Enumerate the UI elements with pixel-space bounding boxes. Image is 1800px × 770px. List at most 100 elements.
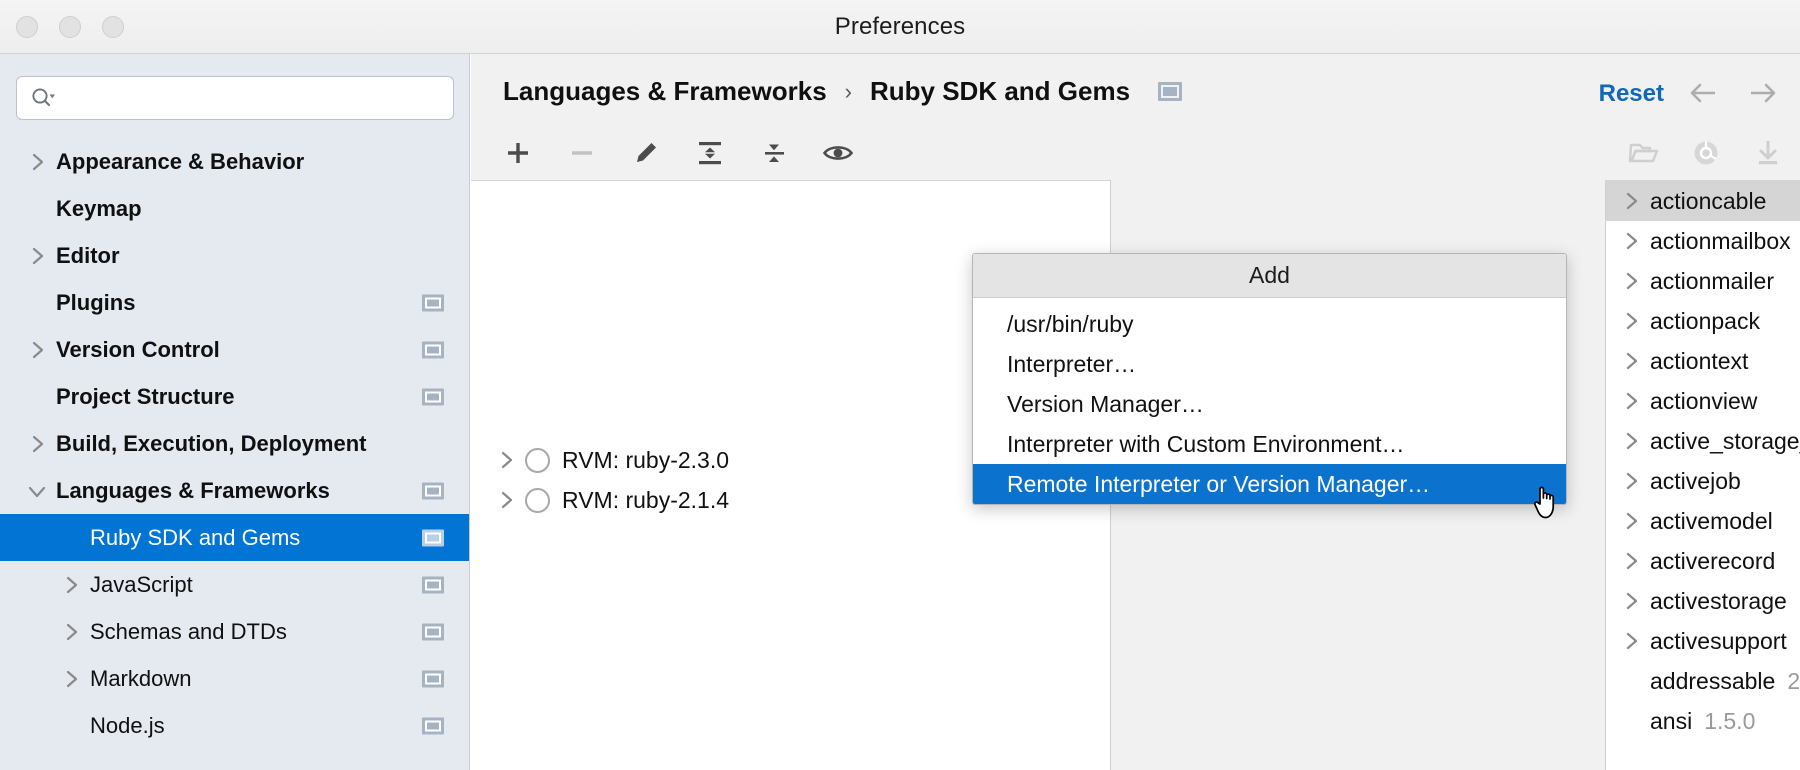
sidebar-item-label: Project Structure [56,383,235,409]
sidebar-item-languages-frameworks[interactable]: Languages & Frameworks [0,467,469,514]
chevron-right-icon[interactable] [26,245,48,267]
gem-list-item[interactable]: actionmailer [1606,261,1800,301]
sidebar-item-project-structure[interactable]: Project Structure [0,373,469,420]
sidebar-item-editor[interactable]: Editor [0,232,469,279]
chevron-right-icon[interactable] [1620,350,1642,372]
sidebar-item-label: Markdown [90,665,192,691]
gem-list-item[interactable]: activesupport [1606,621,1800,661]
gem-name: active_storage_validations [1650,427,1800,454]
window-title: Preferences [834,12,966,40]
project-settings-badge-icon [1158,82,1183,101]
sidebar-item-schemas-and-dtds[interactable]: Schemas and DTDs [0,608,469,655]
search-input[interactable] [61,87,431,109]
chevron-right-icon[interactable] [1620,230,1642,252]
gems-list[interactable]: actioncable actionmailbox actionmailer acti… [1605,180,1800,770]
zoom-button[interactable] [102,16,124,38]
chevron-right-icon[interactable] [495,449,517,471]
breadcrumb-item-parent[interactable]: Languages & Frameworks [503,76,827,107]
chevron-right-icon[interactable] [1620,590,1642,612]
folder-open-icon [1627,136,1661,170]
settings-content: Languages & Frameworks › Ruby SDK and Ge… [471,54,1800,770]
gem-list-item[interactable]: ansi 1.5.0 [1606,701,1800,741]
eye-icon[interactable] [821,136,855,170]
sidebar-item-plugins[interactable]: Plugins [0,279,469,326]
add-menu-title: Add [973,254,1566,298]
sidebar-item-label: Build, Execution, Deployment [56,430,367,456]
chevron-right-icon[interactable] [1620,190,1642,212]
sidebar-item-label: Keymap [56,195,142,221]
collapse-all-button[interactable] [757,136,791,170]
sidebar-item-label: Appearance & Behavior [56,148,305,174]
gem-name: actionview [1650,387,1758,414]
add-menu-item[interactable]: Interpreter… [973,344,1566,384]
remove-sdk-button [565,136,599,170]
gem-list-item[interactable]: actionview [1606,381,1800,421]
add-menu-item[interactable]: Remote Interpreter or Version Manager… [973,464,1566,504]
project-settings-badge-icon [422,529,444,546]
gem-name: actionmailer [1650,267,1774,294]
add-menu-item[interactable]: Version Manager… [973,384,1566,424]
chevron-right-icon[interactable] [1620,430,1642,452]
gem-list-item[interactable]: addressable 2.7.0 [1606,661,1800,701]
arrow-right-icon[interactable] [1748,80,1778,106]
chevron-right-icon[interactable] [26,433,48,455]
gem-list-item[interactable]: activestorage [1606,581,1800,621]
chevron-right-icon[interactable] [1620,510,1642,532]
gem-name: activestorage [1650,587,1787,614]
project-settings-badge-icon [422,294,444,311]
gem-list-item[interactable]: activejob [1606,461,1800,501]
sidebar-item-version-control[interactable]: Version Control [0,326,469,373]
gem-list-item[interactable]: activerecord [1606,541,1800,581]
add-sdk-button[interactable] [501,136,535,170]
expand-all-button[interactable] [693,136,727,170]
gem-list-item[interactable]: active_storage_validations [1606,421,1800,461]
sdk-radio-button[interactable] [525,447,550,473]
chevron-right-icon[interactable] [1620,270,1642,292]
chevron-right-icon[interactable] [1620,550,1642,572]
gem-list-item[interactable]: actionmailbox [1606,221,1800,261]
gem-list-item[interactable]: actioncable [1606,181,1800,221]
chevron-right-icon[interactable] [1620,390,1642,412]
minimize-button[interactable] [59,16,81,38]
chevron-right-icon[interactable] [26,339,48,361]
chevron-right-icon[interactable] [60,668,82,690]
chevron-right-icon[interactable] [1620,630,1642,652]
circle-target-icon [1689,136,1723,170]
chevron-right-icon[interactable] [60,574,82,596]
chevron-right-icon[interactable] [1620,310,1642,332]
close-button[interactable] [16,16,38,38]
sidebar-item-label: Version Control [56,336,220,362]
arrow-left-icon[interactable] [1688,80,1718,106]
reset-button[interactable]: Reset [1599,80,1664,108]
sidebar-item-build-execution-deployment[interactable]: Build, Execution, Deployment [0,420,469,467]
project-settings-badge-icon [422,482,444,499]
window-body: Appearance & Behavior Keymap Editor Plugins… [0,54,1800,770]
gem-list-item[interactable]: activemodel [1606,501,1800,541]
chevron-right-icon[interactable] [26,151,48,173]
chevron-right-icon[interactable] [60,621,82,643]
add-menu-item-label: Interpreter with Custom Environment… [1007,430,1405,457]
gem-name: actioncable [1650,187,1767,214]
gem-list-item[interactable]: actionpack [1606,301,1800,341]
gems-toolbar [1605,126,1800,180]
gem-list-item[interactable]: actiontext [1606,341,1800,381]
edit-sdk-button[interactable] [629,136,663,170]
sidebar-item-ruby-sdk-and-gems[interactable]: Ruby SDK and Gems [0,514,469,561]
chevron-right-icon[interactable] [1620,470,1642,492]
project-settings-badge-icon [422,576,444,593]
add-menu-item[interactable]: /usr/bin/ruby [973,304,1566,344]
chevron-right-icon[interactable] [495,489,517,511]
sidebar-item-keymap[interactable]: Keymap [0,185,469,232]
sdk-toolbar [471,126,1111,180]
sdk-radio-button[interactable] [525,487,550,513]
add-menu-item[interactable]: Interpreter with Custom Environment… [973,424,1566,464]
sidebar-item-markdown[interactable]: Markdown [0,655,469,702]
project-settings-badge-icon [422,341,444,358]
chevron-down-icon[interactable] [26,480,48,502]
sidebar-item-appearance-behavior[interactable]: Appearance & Behavior [0,138,469,185]
search-box[interactable] [16,76,454,120]
sidebar-item-javascript[interactable]: JavaScript [0,561,469,608]
gem-name: actiontext [1650,347,1749,374]
sidebar-item-node-js[interactable]: Node.js [0,702,469,749]
add-popup-menu: Add /usr/bin/ruby Interpreter… Version Man… [972,253,1567,505]
